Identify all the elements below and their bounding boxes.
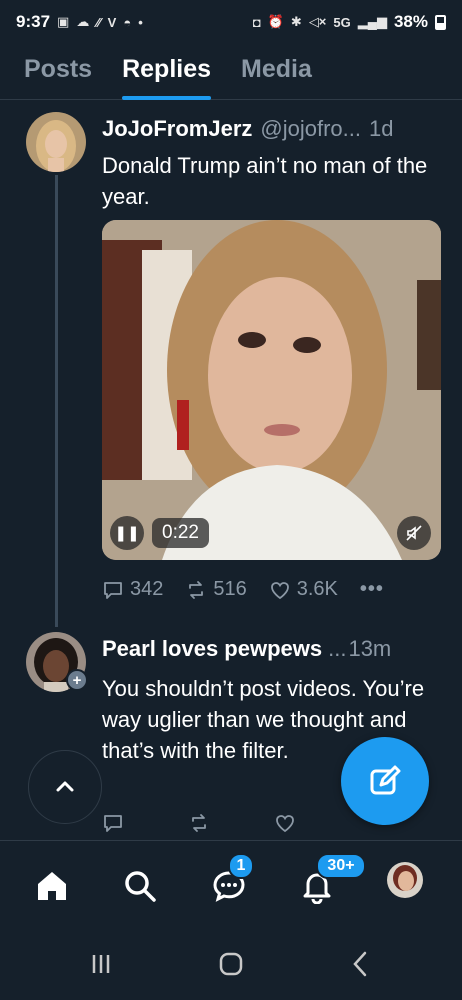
post-header: JoJoFromJerz @jojofro... 1d <box>102 116 393 142</box>
network-label: 5G <box>333 14 351 30</box>
handle[interactable]: ... <box>328 636 346 662</box>
reply-icon <box>104 815 122 832</box>
notifications-badge: 30+ <box>316 853 366 879</box>
chevron-up-icon <box>56 781 74 792</box>
video-player[interactable]: ❚❚ 0:22 <box>102 220 441 560</box>
pause-button[interactable]: ❚❚ <box>110 516 144 550</box>
like-button[interactable]: 3.6K <box>269 578 338 601</box>
repost-button[interactable]: 516 <box>185 578 247 601</box>
repost-icon <box>189 580 204 599</box>
clock: 9:37 <box>16 12 51 31</box>
status-bar: 9:37 ▣ ☁ ⁄⁄ V ◓ • ◘ ⏰ ✱ ◁× 5G ▂▄▆ 38% <box>0 0 462 44</box>
repost-icon <box>192 814 206 832</box>
nfc-icon: ◘ <box>252 14 261 30</box>
nav-profile-avatar[interactable] <box>387 862 423 898</box>
more-icon: ••• <box>359 578 384 600</box>
heart-icon <box>270 581 289 599</box>
post-actions: 342 516 3.6K ••• <box>102 578 384 601</box>
recent-apps-icon <box>92 955 110 973</box>
avatar[interactable] <box>26 112 86 172</box>
scroll-to-top-button[interactable] <box>28 750 102 824</box>
recent-apps-button[interactable] <box>88 948 114 980</box>
v-icon: V <box>107 14 117 30</box>
video-duration: 0:22 <box>152 518 209 548</box>
handle[interactable]: @jojofro... <box>260 116 361 142</box>
reply-count: 342 <box>130 578 164 600</box>
mute-icon: ◁× <box>308 14 327 29</box>
bluetooth-icon: ✱ <box>290 14 302 29</box>
video-frame <box>102 220 441 560</box>
status-right: ◘ ⏰ ✱ ◁× 5G ▂▄▆ 38% <box>253 12 446 32</box>
timestamp: 1d <box>368 116 394 141</box>
home-rounded-square-icon <box>219 952 243 976</box>
reply-button[interactable] <box>102 812 124 834</box>
post-text: Donald Trump ain’t no man of the year. <box>102 153 428 209</box>
follow-plus-badge[interactable]: + <box>66 669 88 691</box>
status-left: 9:37 ▣ ☁ ⁄⁄ V ◓ • <box>16 12 143 32</box>
gallery-icon: ▣ <box>57 14 70 29</box>
home-icon <box>38 872 66 900</box>
search-icon <box>125 871 156 902</box>
muted-speaker-icon <box>406 525 422 541</box>
reply-icon <box>104 581 122 599</box>
mute-button[interactable] <box>397 516 431 550</box>
timestamp: 13m <box>348 636 392 661</box>
nav-home[interactable] <box>27 861 77 911</box>
profile-tabs: Posts Replies Media <box>0 40 462 100</box>
compose-icon <box>370 765 401 795</box>
display-name[interactable]: Pearl loves pewpews <box>102 636 322 662</box>
system-navigation-bar <box>0 928 462 1000</box>
tab-posts[interactable]: Posts <box>24 40 92 100</box>
tab-replies[interactable]: Replies <box>122 40 211 100</box>
repost-count: 516 <box>213 578 247 600</box>
post-header: Pearl loves pewpews ... 13m <box>102 636 391 662</box>
nav-search[interactable] <box>115 861 165 911</box>
cloud-icon: ☁ <box>76 14 90 29</box>
display-name[interactable]: JoJoFromJerz <box>102 116 252 142</box>
battery-icon <box>435 14 446 30</box>
messages-badge: 1 <box>228 853 254 879</box>
back-button[interactable] <box>350 948 370 980</box>
like-count: 3.6K <box>296 578 338 600</box>
post-actions <box>102 812 318 834</box>
thread-connector-line <box>55 175 58 627</box>
like-button[interactable] <box>274 812 296 834</box>
messenger-icon: ◓ <box>123 14 132 30</box>
alarm-icon: ⏰ <box>267 14 284 29</box>
compose-post-button[interactable] <box>341 737 429 825</box>
more-options-button[interactable]: ••• <box>360 578 384 601</box>
dot-icon: • <box>138 14 143 30</box>
wifi-calling-icon: ⁄⁄ <box>96 14 101 30</box>
reply-button[interactable]: 342 <box>102 578 163 601</box>
battery-label: 38% <box>393 12 428 31</box>
chevron-left-icon <box>353 951 367 977</box>
signal-icon: ▂▄▆ <box>357 14 387 29</box>
home-system-button[interactable] <box>216 948 246 980</box>
tab-media[interactable]: Media <box>241 40 312 100</box>
repost-button[interactable] <box>188 812 210 834</box>
heart-icon <box>276 815 294 833</box>
